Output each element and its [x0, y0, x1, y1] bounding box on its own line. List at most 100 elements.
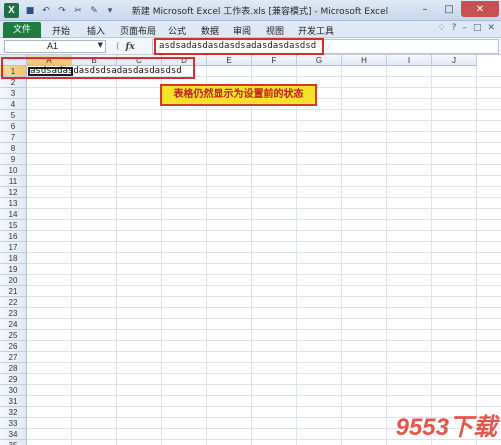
- row-gridline: [27, 142, 501, 143]
- row-header-15[interactable]: 15: [0, 220, 27, 231]
- column-header-f[interactable]: F: [252, 55, 297, 66]
- expand-icon[interactable]: (: [116, 42, 120, 52]
- help-icon[interactable]: ?: [452, 23, 457, 33]
- row-gridline: [27, 175, 501, 176]
- row-header-24[interactable]: 24: [0, 319, 27, 330]
- row-gridline: [27, 307, 501, 308]
- tab-review[interactable]: 审阅: [233, 24, 251, 37]
- ribbon-right-controls: ♢ ? – □ ✕: [438, 23, 495, 33]
- save-icon[interactable]: ■: [24, 5, 36, 17]
- row-gridline: [27, 252, 501, 253]
- row-gridline: [27, 373, 501, 374]
- row-header-25[interactable]: 25: [0, 330, 27, 341]
- row-gridline: [27, 186, 501, 187]
- row-header-33[interactable]: 33: [0, 418, 27, 429]
- row-header-34[interactable]: 34: [0, 429, 27, 440]
- row-header-14[interactable]: 14: [0, 209, 27, 220]
- minimize-button[interactable]: –: [413, 1, 437, 17]
- watermark-logo: 9553下载: [395, 414, 497, 441]
- row-gridline: [27, 329, 501, 330]
- column-gridline: [386, 66, 387, 445]
- column-header-g[interactable]: G: [297, 55, 342, 66]
- row-header-19[interactable]: 19: [0, 264, 27, 275]
- row-header-31[interactable]: 31: [0, 396, 27, 407]
- tab-page-layout[interactable]: 页面布局: [120, 24, 156, 37]
- row-header-29[interactable]: 29: [0, 374, 27, 385]
- row-header-13[interactable]: 13: [0, 198, 27, 209]
- column-gridline: [161, 66, 162, 445]
- row-gridline: [27, 362, 501, 363]
- column-header-i[interactable]: I: [387, 55, 432, 66]
- maximize-button[interactable]: □: [437, 1, 461, 17]
- row-header-7[interactable]: 7: [0, 132, 27, 143]
- row-header-26[interactable]: 26: [0, 341, 27, 352]
- customize-icon[interactable]: ▾: [104, 5, 116, 17]
- row-header-22[interactable]: 22: [0, 297, 27, 308]
- row-header-32[interactable]: 32: [0, 407, 27, 418]
- workbook-restore-button[interactable]: □: [473, 23, 482, 33]
- row-header-27[interactable]: 27: [0, 352, 27, 363]
- column-gridline: [206, 66, 207, 445]
- excel-logo-icon[interactable]: X: [4, 3, 19, 18]
- tab-view[interactable]: 视图: [266, 24, 284, 37]
- tab-insert[interactable]: 插入: [87, 24, 105, 37]
- row-header-8[interactable]: 8: [0, 143, 27, 154]
- worksheet-grid[interactable]: A B C D E F G H I J 1 2 3 4 5 6 7 8 9 10 11 12 13 14 15 16 17 18 19 2…: [0, 55, 501, 445]
- cut-icon[interactable]: ✂: [72, 5, 84, 17]
- tab-home[interactable]: 开始: [52, 24, 70, 37]
- column-header-e[interactable]: E: [207, 55, 252, 66]
- formula-highlight-box: [154, 38, 324, 55]
- column-gridline: [251, 66, 252, 445]
- column-gridline: [71, 66, 72, 445]
- row-gridline: [27, 384, 501, 385]
- tab-formulas[interactable]: 公式: [168, 24, 186, 37]
- ribbon-tab-bar: 文件 开始 插入 页面布局 公式 数据 审阅 视图 开发工具 ♢ ? – □ ✕: [0, 21, 501, 38]
- row-header-35[interactable]: 35: [0, 440, 27, 445]
- column-gridline: [476, 66, 477, 445]
- paint-icon[interactable]: ✎: [88, 5, 100, 17]
- row-gridline: [27, 340, 501, 341]
- ribbon-collapse-icon[interactable]: ♢: [438, 23, 446, 33]
- formula-buttons: ( fx: [112, 40, 150, 53]
- row-header-16[interactable]: 16: [0, 231, 27, 242]
- workbook-minimize-button[interactable]: –: [462, 23, 467, 33]
- row-header-28[interactable]: 28: [0, 363, 27, 374]
- row-header-23[interactable]: 23: [0, 308, 27, 319]
- column-header-h[interactable]: H: [342, 55, 387, 66]
- row-header-5[interactable]: 5: [0, 110, 27, 121]
- column-gridline: [431, 66, 432, 445]
- row-header-20[interactable]: 20: [0, 275, 27, 286]
- row-header-10[interactable]: 10: [0, 165, 27, 176]
- window-title: 新建 Microsoft Excel 工作表.xls [兼容模式] - Micr…: [131, 7, 389, 17]
- row-header-30[interactable]: 30: [0, 385, 27, 396]
- row-header-12[interactable]: 12: [0, 187, 27, 198]
- fx-icon[interactable]: fx: [126, 42, 135, 52]
- row-header-21[interactable]: 21: [0, 286, 27, 297]
- tab-file[interactable]: 文件: [3, 22, 41, 38]
- row-header-17[interactable]: 17: [0, 242, 27, 253]
- column-header-j[interactable]: J: [432, 55, 477, 66]
- undo-icon[interactable]: ↶: [40, 5, 52, 17]
- workbook-close-button[interactable]: ✕: [487, 23, 495, 33]
- chevron-down-icon[interactable]: ▼: [98, 41, 103, 49]
- cell-highlight-box: [1, 57, 195, 79]
- tab-data[interactable]: 数据: [201, 24, 219, 37]
- name-box[interactable]: A1 ▼: [4, 40, 106, 53]
- column-gridline: [296, 66, 297, 445]
- redo-icon[interactable]: ↷: [56, 5, 68, 17]
- row-gridline: [27, 241, 501, 242]
- row-header-18[interactable]: 18: [0, 253, 27, 264]
- window-controls: – □ ✕: [413, 1, 499, 17]
- row-header-11[interactable]: 11: [0, 176, 27, 187]
- tab-developer[interactable]: 开发工具: [298, 24, 334, 37]
- close-button[interactable]: ✕: [461, 1, 499, 17]
- row-header-4[interactable]: 4: [0, 99, 27, 110]
- row-gridline: [27, 230, 501, 231]
- row-header-9[interactable]: 9: [0, 154, 27, 165]
- row-header-6[interactable]: 6: [0, 121, 27, 132]
- row-header-3[interactable]: 3: [0, 88, 27, 99]
- row-gridline: [27, 197, 501, 198]
- title-bar: X ■ ↶ ↷ ✂ ✎ ▾ 新建 Microsoft Excel 工作表.xls…: [0, 0, 501, 21]
- row-gridline: [27, 153, 501, 154]
- column-gridline: [116, 66, 117, 445]
